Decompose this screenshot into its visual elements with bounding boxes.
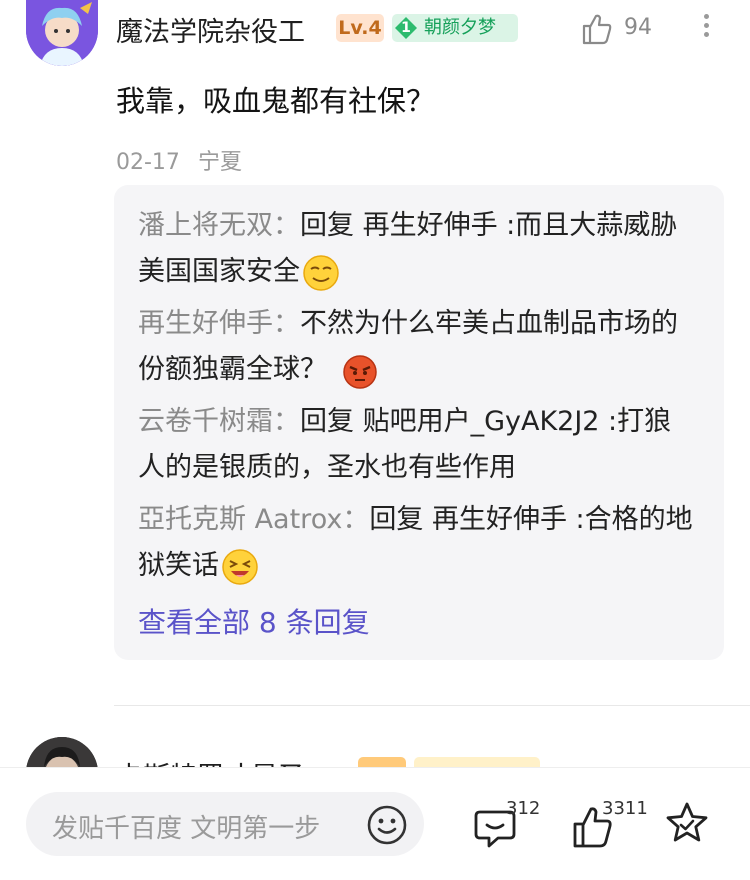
reply-author[interactable]: 潘上将无双	[138, 210, 273, 241]
post-date: 02-17	[116, 150, 180, 175]
reply-separator: ：	[273, 210, 300, 241]
reply-item[interactable]: 云卷千树霜：回复 贴吧用户_GyAK2J2 :打狼人的是银质的，圣水也有些作用	[138, 399, 698, 491]
more-options-icon[interactable]	[694, 10, 718, 46]
next-fan-badge	[414, 757, 540, 767]
reply-item[interactable]: 亞托克斯 Aatrox：回复 再生好伸手 :合格的地狱笑话	[138, 497, 698, 589]
bottom-bar: 发贴千百度 文明第一步 312 3311	[0, 767, 750, 880]
next-username[interactable]: 卡斯特罗才是圣	[116, 755, 305, 767]
user-avatar[interactable]	[26, 0, 98, 66]
reply-separator: ：	[273, 406, 300, 437]
fan-badge-label: 朝颜夕梦	[424, 17, 496, 38]
next-level-badge	[358, 757, 406, 767]
reply-author[interactable]: 再生好伸手	[138, 308, 273, 339]
angry-face-icon	[343, 354, 377, 389]
reply-separator: ：	[273, 308, 300, 339]
reply-author[interactable]: 云卷千树霜	[138, 406, 273, 437]
view-all-replies-link[interactable]: 查看全部 8 条回复	[138, 601, 370, 641]
reply-item[interactable]: 潘上将无双：回复 再生好伸手 :而且大蒜威胁美国国家安全	[138, 203, 698, 295]
reply-separator: ：	[342, 504, 370, 535]
reply-item[interactable]: 再生好伸手：不然为什么牢美占血制品市场的份额独霸全球？	[138, 301, 698, 393]
comment-count: 312	[506, 798, 541, 819]
thumbs-up-icon[interactable]	[580, 12, 614, 46]
post-content: 我靠，吸血鬼都有社保？	[116, 84, 436, 118]
laughing-face-icon	[222, 548, 258, 585]
username[interactable]: 魔法学院杂役工	[116, 10, 305, 49]
favorite-star-icon[interactable]	[664, 800, 710, 846]
emoji-picker-icon[interactable]	[366, 804, 408, 846]
like-count-bottom: 3311	[602, 798, 648, 819]
level-badge: Lv.4	[336, 14, 384, 42]
next-post-preview[interactable]: 卡斯特罗才是圣	[0, 735, 750, 767]
next-user-avatar[interactable]	[26, 737, 98, 767]
like-count: 94	[624, 15, 652, 40]
replies-panel: 潘上将无双：回复 再生好伸手 :而且大蒜威胁美国国家安全 再生好伸手：不然为什么…	[114, 185, 724, 660]
reply-author[interactable]: 亞托克斯 Aatrox	[138, 504, 342, 535]
comment-input-placeholder: 发贴千百度 文明第一步	[52, 814, 321, 844]
smug-face-icon	[303, 254, 339, 291]
post-meta: 02-17 宁夏	[116, 144, 242, 176]
fan-level: 1	[401, 20, 411, 36]
divider	[114, 705, 750, 706]
post-location: 宁夏	[197, 150, 242, 175]
comment-input[interactable]: 发贴千百度 文明第一步	[26, 792, 424, 856]
fan-badge[interactable]: 1 朝颜夕梦	[392, 14, 518, 42]
